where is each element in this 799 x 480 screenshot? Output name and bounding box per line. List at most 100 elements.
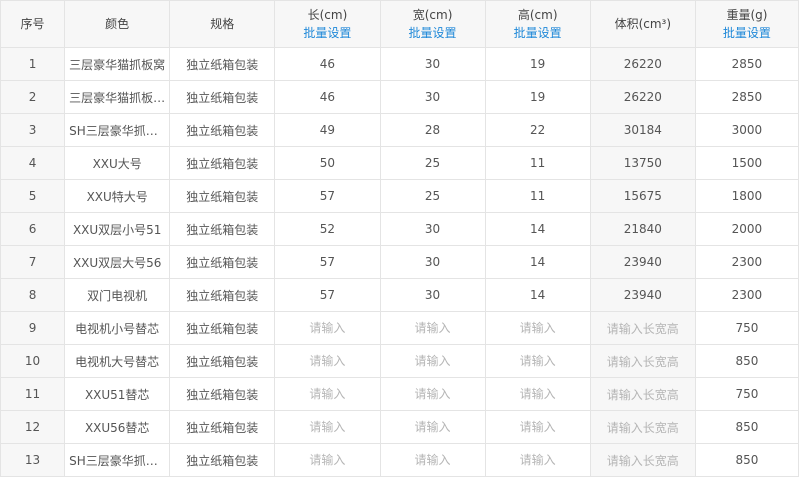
length-cell[interactable] — [274, 410, 381, 444]
length-cell[interactable] — [274, 377, 381, 411]
height-cell[interactable] — [484, 179, 591, 213]
length-input[interactable] — [275, 213, 379, 245]
weight-cell[interactable] — [694, 344, 799, 378]
weight-input[interactable] — [696, 114, 798, 146]
height-input[interactable] — [486, 246, 590, 278]
height-cell[interactable] — [484, 311, 591, 345]
weight-input[interactable] — [696, 312, 798, 344]
weight-input[interactable] — [696, 246, 798, 278]
weight-input[interactable] — [696, 180, 798, 212]
weight-input[interactable] — [696, 444, 798, 476]
width-input[interactable] — [381, 48, 485, 80]
width-cell[interactable] — [379, 278, 486, 312]
weight-input[interactable] — [696, 213, 798, 245]
length-input[interactable] — [275, 48, 379, 80]
weight-input[interactable] — [696, 147, 798, 179]
width-input[interactable] — [381, 279, 485, 311]
height-input[interactable] — [486, 279, 590, 311]
width-cell[interactable] — [379, 245, 486, 279]
length-input[interactable] — [275, 312, 379, 344]
weight-cell[interactable] — [694, 377, 799, 411]
width-cell[interactable] — [379, 344, 486, 378]
width-cell[interactable] — [379, 179, 486, 213]
weight-cell[interactable] — [694, 179, 799, 213]
width-input[interactable] — [381, 312, 485, 344]
length-input[interactable] — [275, 444, 379, 476]
batch-set-weight-link[interactable]: 批量设置 — [696, 24, 797, 42]
length-input[interactable] — [275, 114, 379, 146]
length-cell[interactable] — [274, 443, 381, 477]
height-cell[interactable] — [484, 80, 591, 114]
height-cell[interactable] — [484, 146, 591, 180]
height-input[interactable] — [486, 444, 590, 476]
height-input[interactable] — [486, 312, 590, 344]
weight-cell[interactable] — [694, 80, 799, 114]
width-input[interactable] — [381, 147, 485, 179]
length-cell[interactable] — [274, 344, 381, 378]
length-input[interactable] — [275, 147, 379, 179]
weight-input[interactable] — [696, 411, 798, 443]
height-cell[interactable] — [484, 278, 591, 312]
length-input[interactable] — [275, 345, 379, 377]
height-input[interactable] — [486, 81, 590, 113]
length-cell[interactable] — [274, 146, 381, 180]
width-input[interactable] — [381, 180, 485, 212]
height-input[interactable] — [486, 378, 590, 410]
width-cell[interactable] — [379, 113, 486, 147]
width-input[interactable] — [381, 114, 485, 146]
height-cell[interactable] — [484, 212, 591, 246]
batch-set-length-link[interactable]: 批量设置 — [276, 24, 379, 42]
height-input[interactable] — [486, 114, 590, 146]
width-cell[interactable] — [379, 377, 486, 411]
height-cell[interactable] — [484, 344, 591, 378]
length-cell[interactable] — [274, 278, 381, 312]
width-input[interactable] — [381, 246, 485, 278]
weight-cell[interactable] — [694, 47, 799, 81]
weight-input[interactable] — [696, 378, 798, 410]
width-cell[interactable] — [379, 80, 486, 114]
length-input[interactable] — [275, 246, 379, 278]
width-input[interactable] — [381, 213, 485, 245]
width-cell[interactable] — [379, 146, 486, 180]
length-cell[interactable] — [274, 113, 381, 147]
length-cell[interactable] — [274, 179, 381, 213]
height-input[interactable] — [486, 411, 590, 443]
height-cell[interactable] — [484, 443, 591, 477]
height-cell[interactable] — [484, 113, 591, 147]
height-input[interactable] — [486, 48, 590, 80]
width-cell[interactable] — [379, 47, 486, 81]
width-cell[interactable] — [379, 410, 486, 444]
weight-input[interactable] — [696, 345, 798, 377]
length-cell[interactable] — [274, 47, 381, 81]
height-cell[interactable] — [484, 245, 591, 279]
weight-input[interactable] — [696, 81, 798, 113]
width-input[interactable] — [381, 411, 485, 443]
weight-cell[interactable] — [694, 212, 799, 246]
length-cell[interactable] — [274, 212, 381, 246]
length-input[interactable] — [275, 81, 379, 113]
height-cell[interactable] — [484, 410, 591, 444]
weight-cell[interactable] — [694, 245, 799, 279]
weight-cell[interactable] — [694, 113, 799, 147]
width-cell[interactable] — [379, 311, 486, 345]
length-cell[interactable] — [274, 80, 381, 114]
batch-set-height-link[interactable]: 批量设置 — [486, 24, 589, 42]
weight-cell[interactable] — [694, 443, 799, 477]
weight-cell[interactable] — [694, 278, 799, 312]
batch-set-width-link[interactable]: 批量设置 — [381, 24, 484, 42]
height-cell[interactable] — [484, 377, 591, 411]
width-input[interactable] — [381, 444, 485, 476]
weight-cell[interactable] — [694, 410, 799, 444]
weight-input[interactable] — [696, 279, 798, 311]
length-input[interactable] — [275, 378, 379, 410]
weight-cell[interactable] — [694, 146, 799, 180]
weight-cell[interactable] — [694, 311, 799, 345]
length-cell[interactable] — [274, 245, 381, 279]
width-input[interactable] — [381, 378, 485, 410]
height-input[interactable] — [486, 345, 590, 377]
weight-input[interactable] — [696, 48, 798, 80]
length-input[interactable] — [275, 411, 379, 443]
height-input[interactable] — [486, 147, 590, 179]
length-input[interactable] — [275, 180, 379, 212]
width-input[interactable] — [381, 345, 485, 377]
